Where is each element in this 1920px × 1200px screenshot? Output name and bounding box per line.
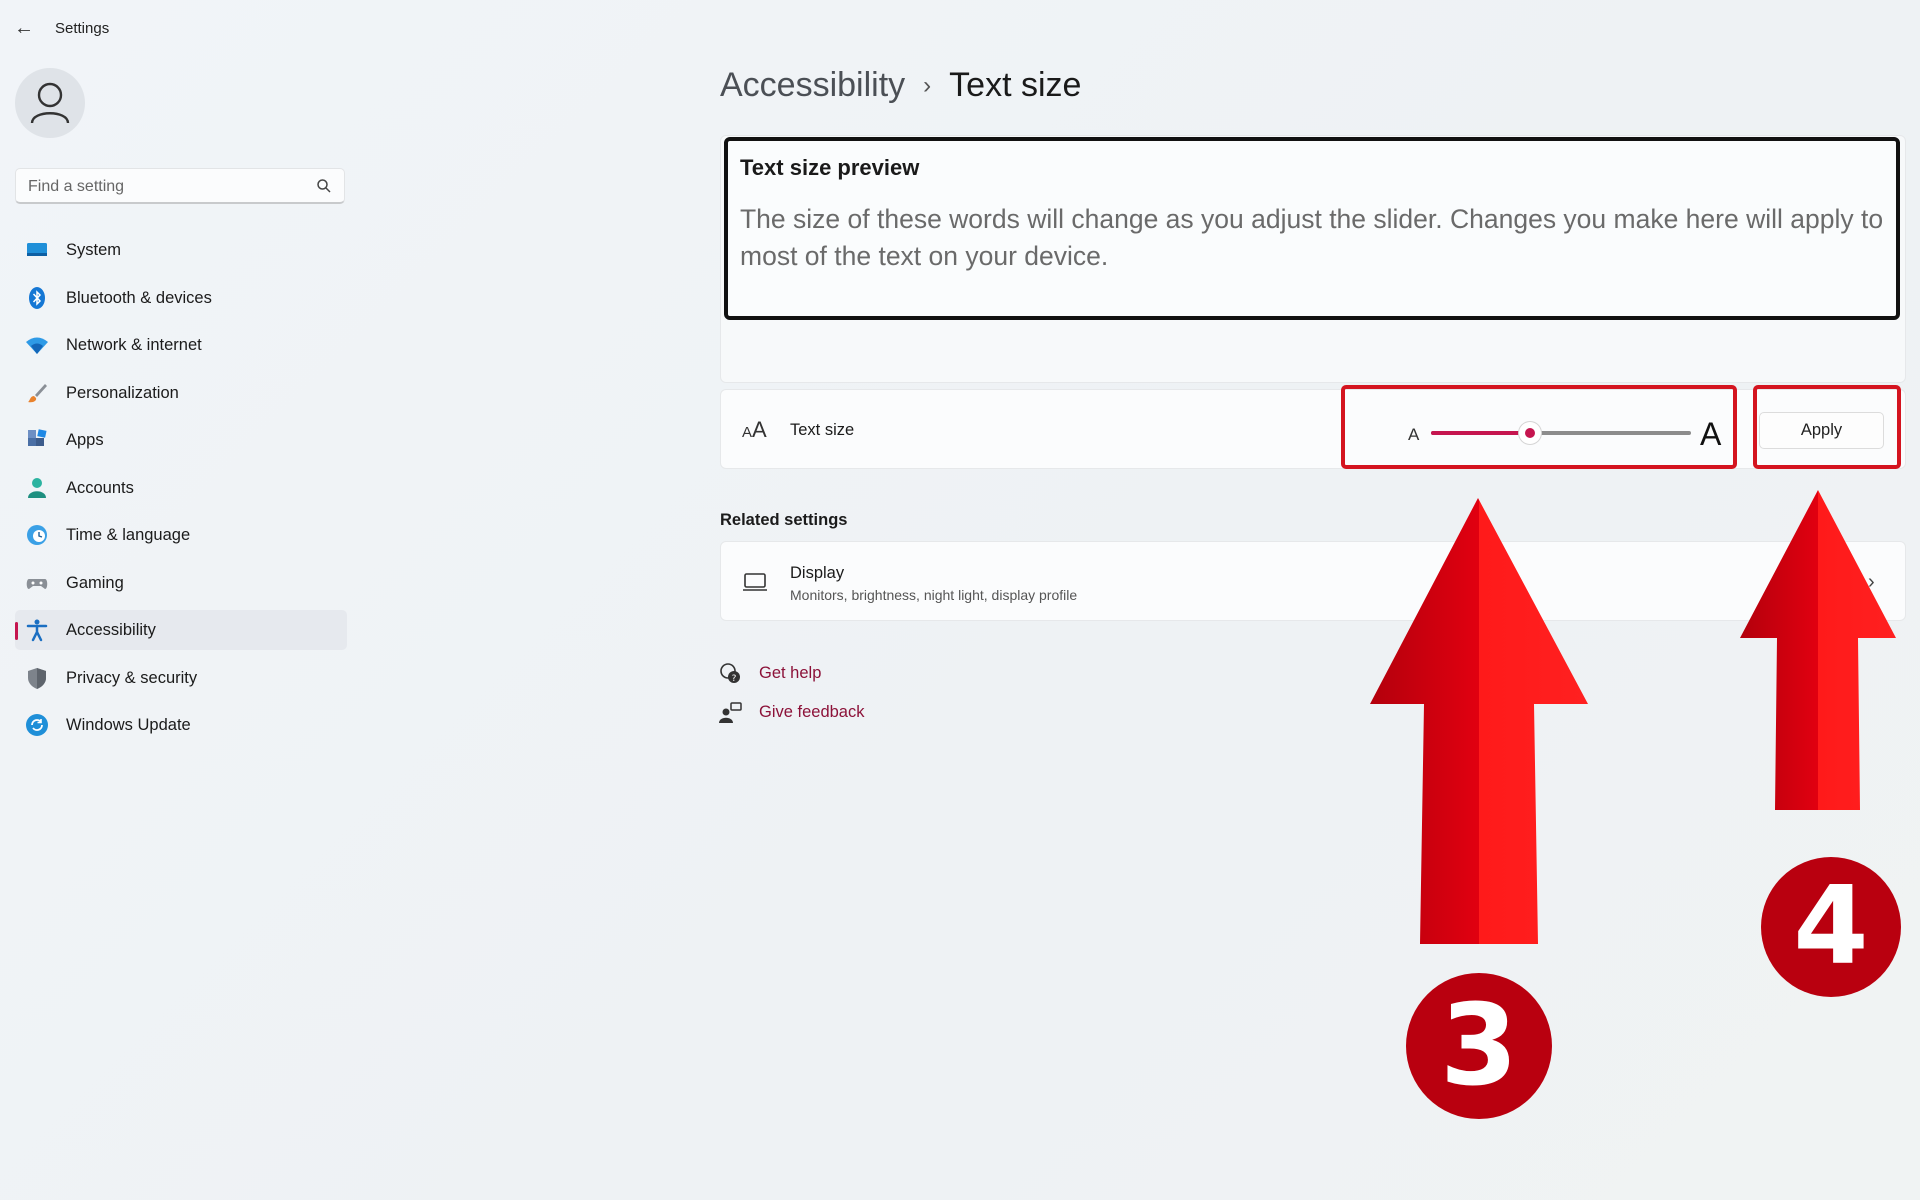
text-preview-box: Text size preview The size of these word… <box>724 137 1900 320</box>
text-size-label: Text size <box>790 421 855 439</box>
apply-button[interactable]: Apply <box>1759 412 1884 449</box>
display-subtitle: Monitors, brightness, night light, displ… <box>790 587 1078 603</box>
sidebar-item-accounts[interactable]: Accounts <box>15 468 347 508</box>
sidebar-item-bluetooth[interactable]: Bluetooth & devices <box>15 278 347 318</box>
clock-globe-icon <box>27 525 47 545</box>
sidebar-item-label: Accessibility <box>66 621 156 639</box>
text-size-icon: AA <box>742 417 767 442</box>
sidebar-item-label: Windows Update <box>66 716 191 734</box>
sidebar-item-label: Privacy & security <box>66 668 198 687</box>
sidebar-item-label: Accounts <box>66 478 134 497</box>
preview-title: Text size preview <box>740 155 920 180</box>
large-text-glyph: A <box>1700 416 1722 452</box>
sidebar-nav: System Bluetooth & devices Network & int… <box>15 230 347 753</box>
bluetooth-icon <box>29 286 45 309</box>
sidebar-item-personalization[interactable]: Personalization <box>15 373 347 413</box>
sidebar-item-label: Time & language <box>66 526 191 544</box>
slider-fill <box>1431 431 1530 435</box>
annotation-arrow-up-icon <box>1370 498 1588 944</box>
sidebar-item-label: Personalization <box>66 383 179 402</box>
system-icon <box>27 243 47 256</box>
gamepad-icon <box>26 578 48 589</box>
back-arrow-icon[interactable]: ← <box>14 16 38 40</box>
display-settings-link[interactable] <box>720 541 1906 621</box>
sidebar-item-label: System <box>66 241 122 259</box>
sidebar-item-label: Bluetooth & devices <box>66 288 212 307</box>
text-size-slider-thumb[interactable] <box>1518 422 1541 444</box>
sidebar-item-network[interactable]: Network & internet <box>15 325 347 365</box>
sidebar-item-accessibility[interactable]: Accessibility <box>15 610 347 650</box>
chevron-right-icon: › <box>923 71 932 99</box>
laptop-icon <box>743 573 767 591</box>
sidebar-item-windows-update[interactable]: Windows Update <box>15 705 347 745</box>
get-help-link[interactable]: Get help <box>759 664 821 683</box>
sidebar-item-label: Network & internet <box>66 336 202 354</box>
step-3-badge: 3 <box>1406 973 1552 1119</box>
user-icon <box>30 82 70 124</box>
svg-text:?: ? <box>732 674 737 684</box>
update-icon <box>26 714 48 736</box>
brush-icon <box>28 383 47 402</box>
title-bar <box>0 0 1920 56</box>
sidebar-item-apps[interactable]: Apps <box>15 420 347 460</box>
sidebar-item-label: Apps <box>66 431 104 449</box>
shield-icon <box>28 667 46 689</box>
feedback-icon <box>719 702 742 723</box>
sidebar-item-label: Gaming <box>66 573 124 592</box>
app-title: Settings <box>55 20 110 37</box>
sidebar-item-gaming[interactable]: Gaming <box>15 563 347 603</box>
sidebar-item-system[interactable]: System <box>15 230 347 270</box>
display-title: Display <box>790 564 845 582</box>
step-4-badge: 4 <box>1761 857 1901 997</box>
search-input[interactable] <box>26 175 310 199</box>
avatar[interactable] <box>15 68 85 138</box>
breadcrumb-parent[interactable]: Accessibility <box>720 66 905 105</box>
related-settings-heading: Related settings <box>720 511 848 529</box>
search-icon[interactable] <box>316 178 332 194</box>
wifi-icon <box>26 337 48 354</box>
annotation-arrow-up-icon <box>1740 490 1896 810</box>
search-box[interactable] <box>15 168 345 204</box>
apps-icon <box>28 429 47 446</box>
sidebar-item-time-language[interactable]: Time & language <box>15 515 347 555</box>
breadcrumb: Accessibility › Text size <box>720 66 1081 105</box>
help-icon: ? <box>720 663 740 684</box>
small-text-glyph: A <box>1408 425 1420 444</box>
sidebar-item-privacy[interactable]: Privacy & security <box>15 658 347 698</box>
give-feedback-link[interactable]: Give feedback <box>759 703 864 722</box>
person-icon <box>28 477 46 498</box>
accessibility-icon <box>26 619 48 642</box>
page-title: Text size <box>949 66 1082 104</box>
preview-text: The size of these words will change as y… <box>740 204 1884 271</box>
